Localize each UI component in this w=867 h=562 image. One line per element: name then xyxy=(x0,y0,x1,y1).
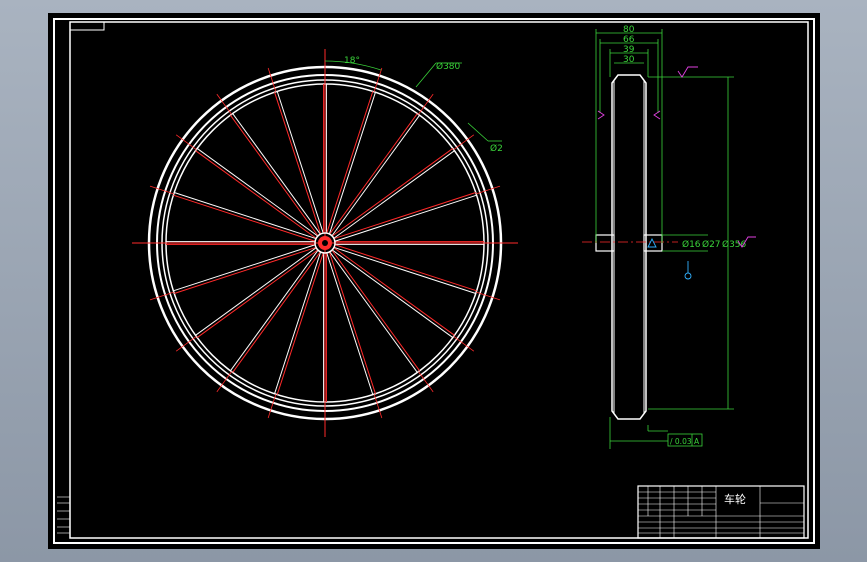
width-2-label: 66 xyxy=(623,35,635,45)
cad-drawing-canvas: 18° Ø380 Ø2 80 66 39 30 Ø16 Ø27 Ø356 / 0… xyxy=(53,18,815,544)
datum-triangle xyxy=(647,237,657,248)
title-block: 车轮 xyxy=(637,485,805,539)
spoke-angle-label: 18° xyxy=(344,56,360,66)
outer-diameter-label: Ø380 xyxy=(436,61,461,72)
width-total-label: 80 xyxy=(623,25,635,35)
part-name: 车轮 xyxy=(724,492,746,506)
wheel-side-view: 80 66 39 30 Ø16 Ø27 Ø356 / 0.03 A xyxy=(582,25,756,449)
width-4-label: 30 xyxy=(623,55,635,65)
hub-bore xyxy=(322,240,328,246)
hub-outer-label: Ø27 xyxy=(702,239,721,250)
surface-finish-symbol-left xyxy=(597,110,605,120)
width-3-label: 39 xyxy=(623,45,635,55)
binding-strip-table xyxy=(57,496,70,534)
tolerance-frame-label: / 0.03 A xyxy=(670,437,700,446)
datum-circle-marker xyxy=(684,272,692,280)
wheel-front-view: 18° Ø380 Ø2 xyxy=(132,49,518,437)
hub-bore-label: Ø16 xyxy=(682,239,701,250)
corner-mark xyxy=(70,22,105,31)
outer-border xyxy=(53,18,815,544)
surface-finish-symbol-right xyxy=(653,110,661,120)
drawing-sheet: 18° Ø380 Ø2 80 66 39 30 Ø16 Ø27 Ø356 / 0… xyxy=(48,13,820,549)
outer-diameter-leader xyxy=(415,62,437,88)
title-block-grid xyxy=(638,486,804,538)
spoke-diameter-label: Ø2 xyxy=(490,143,503,154)
inner-border xyxy=(69,21,809,539)
rim-profile xyxy=(611,74,647,420)
spoke-diameter-leader xyxy=(467,122,489,142)
rim-diameter-label: Ø356 xyxy=(722,239,747,250)
surface-finish-symbol-top xyxy=(677,66,698,78)
